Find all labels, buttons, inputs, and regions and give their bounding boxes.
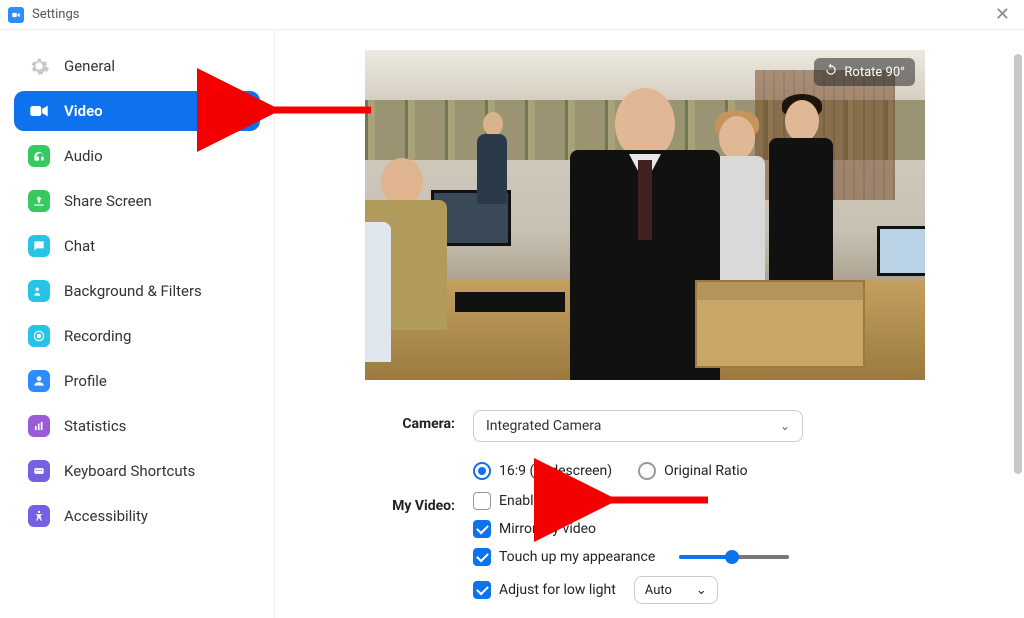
checkbox-icon [473, 581, 491, 599]
scrollbar-thumb[interactable] [1014, 54, 1022, 474]
sidebar-item-video[interactable]: Video [14, 91, 260, 131]
checkbox-label: Enable HD [499, 493, 564, 509]
checkbox-icon [473, 520, 491, 538]
background-icon [28, 280, 50, 302]
checkbox-label: Mirror my video [499, 521, 596, 537]
close-button[interactable]: ✕ [989, 6, 1016, 24]
camera-label: Camera: [365, 410, 455, 432]
camera-selected-value: Integrated Camera [486, 418, 601, 434]
chevron-down-icon: ⌄ [780, 419, 790, 433]
headphones-icon [28, 145, 50, 167]
touch-up-appearance-checkbox[interactable]: Touch up my appearance [473, 548, 984, 566]
sidebar-item-background-filters[interactable]: Background & Filters [14, 271, 260, 311]
aspect-ratio-original-radio[interactable]: Original Ratio [638, 462, 747, 480]
low-light-mode-select[interactable]: Auto ⌄ [634, 576, 718, 604]
window-title: Settings [32, 7, 79, 22]
mirror-video-checkbox[interactable]: Mirror my video [473, 520, 984, 538]
profile-icon [28, 370, 50, 392]
chevron-down-icon: ⌄ [696, 583, 707, 598]
checkbox-icon [473, 492, 491, 510]
sidebar-item-label: Accessibility [64, 507, 148, 525]
sidebar-item-chat[interactable]: Chat [14, 226, 260, 266]
sidebar-item-share-screen[interactable]: Share Screen [14, 181, 260, 221]
sidebar-item-profile[interactable]: Profile [14, 361, 260, 401]
video-preview: Rotate 90° [365, 50, 925, 380]
enable-hd-checkbox[interactable]: Enable HD [473, 492, 984, 510]
checkbox-label: Adjust for low light [499, 582, 616, 598]
low-light-mode-value: Auto [645, 583, 672, 598]
touch-up-slider[interactable] [679, 555, 789, 559]
sidebar-item-label: Chat [64, 237, 95, 255]
sidebar-item-label: Statistics [64, 417, 126, 435]
sidebar-item-label: Video [64, 102, 103, 120]
radio-icon [473, 462, 491, 480]
sidebar-item-label: Audio [64, 147, 103, 165]
zoom-app-icon [8, 7, 24, 23]
sidebar-item-statistics[interactable]: Statistics [14, 406, 260, 446]
sidebar-item-label: Keyboard Shortcuts [64, 462, 195, 480]
camera-select[interactable]: Integrated Camera ⌄ [473, 410, 803, 442]
sidebar-item-label: General [64, 57, 115, 75]
statistics-icon [28, 415, 50, 437]
my-video-label: My Video: [365, 492, 455, 514]
titlebar: Settings ✕ [0, 0, 1024, 30]
share-screen-icon [28, 190, 50, 212]
rotate-icon [824, 63, 838, 81]
settings-content: Rotate 90° Camera: Integrated Camera ⌄ 1… [275, 30, 1024, 618]
radio-label: 16:9 (Widescreen) [499, 463, 612, 479]
sidebar-item-accessibility[interactable]: Accessibility [14, 496, 260, 536]
sidebar-item-label: Recording [64, 327, 131, 345]
rotate-90-button[interactable]: Rotate 90° [814, 58, 915, 86]
checkbox-label: Touch up my appearance [499, 549, 655, 565]
video-icon [28, 100, 50, 122]
low-light-checkbox[interactable]: Adjust for low light Auto ⌄ [473, 576, 984, 604]
aspect-ratio-wide-radio[interactable]: 16:9 (Widescreen) [473, 462, 612, 480]
scrollbar[interactable] [1014, 30, 1022, 618]
gear-icon [28, 55, 50, 77]
radio-icon [638, 462, 656, 480]
sidebar-item-keyboard-shortcuts[interactable]: Keyboard Shortcuts [14, 451, 260, 491]
sidebar-item-label: Profile [64, 372, 107, 390]
sidebar-item-general[interactable]: General [14, 46, 260, 86]
sidebar-item-label: Share Screen [64, 192, 152, 210]
keyboard-icon [28, 460, 50, 482]
settings-sidebar: General Video Audio Share Screen Chat [0, 30, 275, 618]
chat-icon [28, 235, 50, 257]
checkbox-icon [473, 548, 491, 566]
record-icon [28, 325, 50, 347]
accessibility-icon [28, 505, 50, 527]
radio-label: Original Ratio [664, 463, 747, 479]
sidebar-item-label: Background & Filters [64, 282, 202, 300]
sidebar-item-audio[interactable]: Audio [14, 136, 260, 176]
sidebar-item-recording[interactable]: Recording [14, 316, 260, 356]
rotate-label: Rotate 90° [844, 65, 905, 80]
